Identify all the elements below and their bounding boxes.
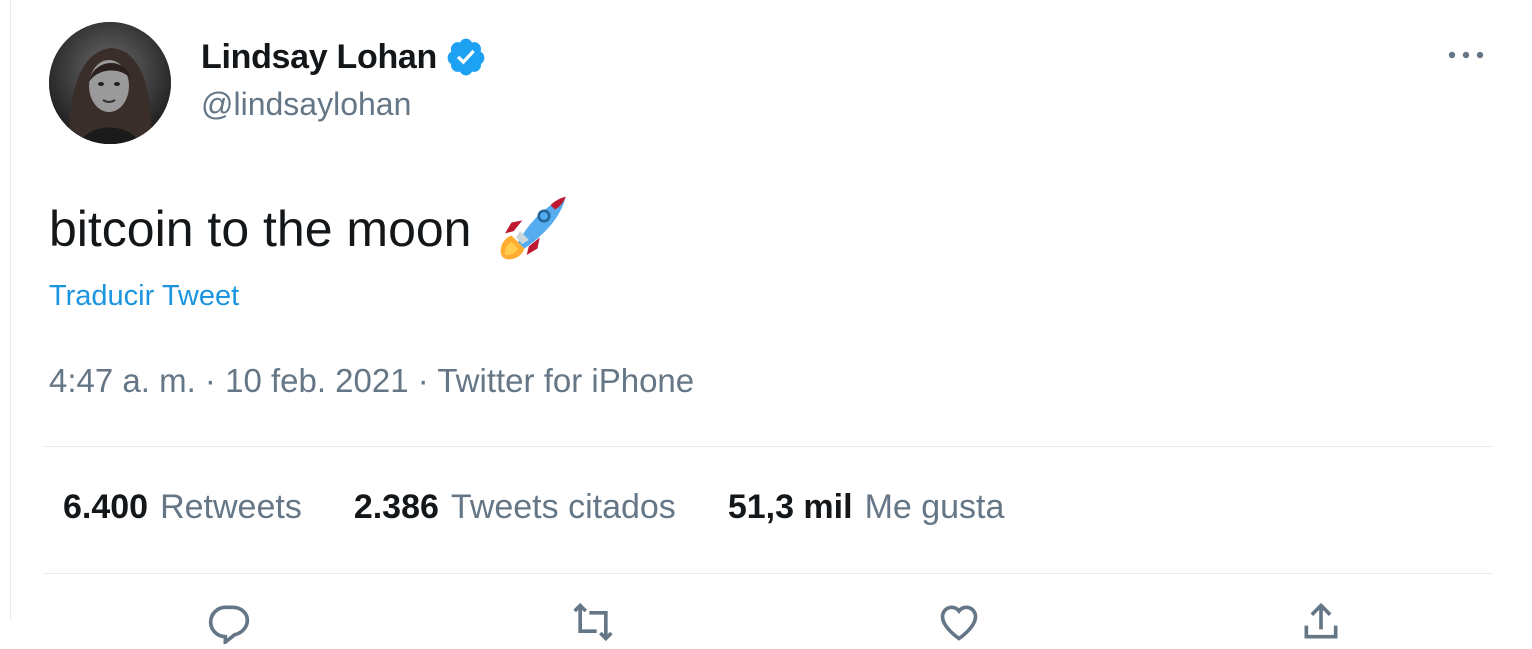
reply-icon[interactable] xyxy=(207,600,251,646)
meta-separator: · xyxy=(417,362,429,399)
retweets-stat[interactable]: 6.400 Retweets xyxy=(63,488,302,527)
tweet-body: bitcoin to the moon xyxy=(49,201,472,257)
name-row: Lindsay Lohan xyxy=(201,36,487,78)
quote-tweets-label: Tweets citados xyxy=(450,488,676,526)
tweet-date[interactable]: 10 feb. 2021 xyxy=(225,362,409,399)
quote-tweets-stat[interactable]: 2.386 Tweets citados xyxy=(354,488,676,527)
retweets-label: Retweets xyxy=(160,488,302,526)
user-handle[interactable]: @lindsaylohan xyxy=(201,86,411,123)
engagement-stats: 6.400 Retweets 2.386 Tweets citados 51,3… xyxy=(63,488,1004,527)
avatar-image xyxy=(49,22,171,144)
translate-tweet-link[interactable]: Traducir Tweet xyxy=(49,280,239,313)
tweet-metadata: 4:47 a. m. · 10 feb. 2021 · Twitter for … xyxy=(49,362,694,400)
quote-tweets-count: 2.386 xyxy=(353,488,439,526)
verified-badge-icon xyxy=(445,36,487,78)
meta-separator: · xyxy=(204,362,216,399)
more-options-icon[interactable] xyxy=(1441,40,1491,70)
likes-label: Me gusta xyxy=(864,488,1005,526)
likes-stat[interactable]: 51,3 mil Me gusta xyxy=(728,488,1005,527)
like-icon[interactable] xyxy=(937,600,981,644)
tweet-time[interactable]: 4:47 a. m. xyxy=(49,362,196,399)
tweet-text: bitcoin to the moon xyxy=(49,190,570,268)
retweet-icon[interactable] xyxy=(571,600,615,644)
display-name[interactable]: Lindsay Lohan xyxy=(201,38,437,77)
avatar[interactable] xyxy=(49,22,171,144)
likes-count: 51,3 mil xyxy=(727,488,853,526)
rocket-icon xyxy=(492,190,570,268)
divider xyxy=(43,446,1493,447)
tweet-card: Lindsay Lohan @lindsaylohan bitcoin to t… xyxy=(10,0,1531,646)
share-icon[interactable] xyxy=(1299,600,1343,644)
retweets-count: 6.400 xyxy=(63,488,149,526)
divider xyxy=(43,573,1493,574)
action-bar xyxy=(11,600,1531,646)
tweet-source[interactable]: Twitter for iPhone xyxy=(437,362,694,399)
